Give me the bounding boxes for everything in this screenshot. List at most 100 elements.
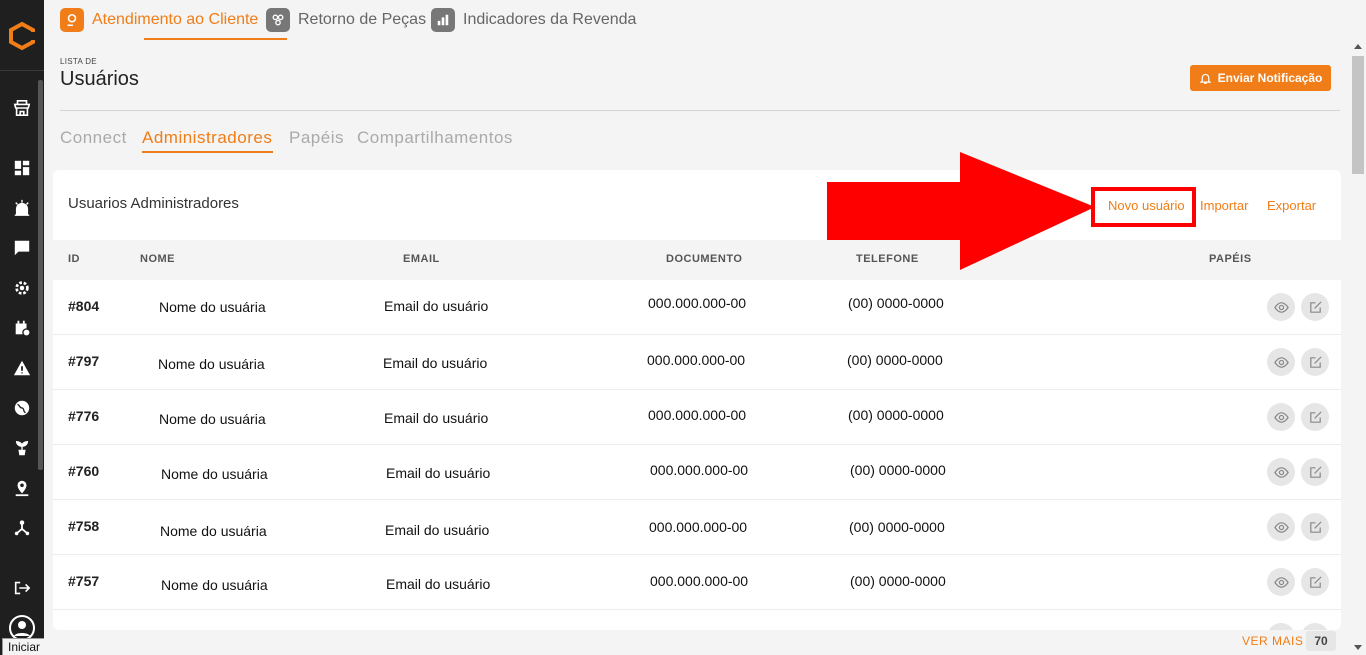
plant-icon[interactable]	[12, 438, 32, 458]
edit-button[interactable]	[1301, 623, 1329, 630]
tab-compartilhamentos[interactable]: Compartilhamentos	[357, 128, 513, 148]
main-content: LISTA DE Usuários Enviar Notificação Con…	[44, 40, 1350, 655]
tab-administradores[interactable]: Administradores	[142, 128, 272, 148]
view-button[interactable]	[1267, 293, 1295, 321]
column-header-email: EMAIL	[403, 253, 440, 265]
scroll-down-icon[interactable]	[1354, 645, 1362, 650]
view-button[interactable]	[1267, 403, 1295, 431]
count-badge: 70	[1306, 631, 1336, 651]
row-email: Email do usuário	[385, 522, 490, 538]
logout-icon[interactable]	[12, 578, 32, 598]
eye-icon	[1273, 576, 1289, 588]
row-name: Nome do usuária	[160, 523, 267, 539]
export-button[interactable]: Exportar	[1267, 198, 1316, 213]
view-button[interactable]	[1267, 568, 1295, 596]
warning-icon[interactable]	[12, 358, 32, 378]
scroll-up-icon[interactable]	[1354, 44, 1362, 49]
row-document: 000.000.000-00	[650, 462, 749, 478]
table-row: #757 Nome do usuária Email do usuário 00…	[53, 555, 1341, 610]
sidebar-scrollbar[interactable]	[38, 80, 43, 470]
page-scrollbar[interactable]	[1350, 40, 1366, 655]
eye-icon	[1273, 301, 1289, 313]
annotation-arrow-icon	[827, 152, 1095, 270]
edit-button[interactable]	[1301, 293, 1329, 321]
row-document: 000.000.000-00	[650, 573, 749, 589]
edit-button[interactable]	[1301, 568, 1329, 596]
alarm-icon[interactable]	[12, 198, 32, 218]
parts-icon	[266, 8, 290, 32]
row-phone: (00) 0000-0000	[848, 407, 944, 423]
row-id: #757	[68, 573, 100, 589]
row-id: #804	[68, 298, 100, 314]
row-id: #797	[68, 353, 100, 369]
eye-icon	[1273, 411, 1289, 423]
column-header-id: ID	[68, 253, 80, 265]
users-card: Usuarios Administradores Novo usuário Im…	[53, 170, 1341, 630]
table-row: #804 Nome do usuária Email do usuário 00…	[53, 280, 1341, 335]
customer-service-icon	[60, 8, 84, 32]
edit-button[interactable]	[1301, 348, 1329, 376]
row-name: Nome do usuária	[161, 466, 268, 482]
column-header-document: DOCUMENTO	[666, 253, 743, 265]
row-phone: (00) 0000-0000	[848, 295, 944, 311]
tab-connect[interactable]: Connect	[60, 128, 127, 148]
row-name: Nome do usuária	[158, 356, 265, 372]
page-subtitle: LISTA DE	[60, 57, 97, 66]
view-button[interactable]	[1267, 348, 1295, 376]
dashboard-icon[interactable]	[12, 158, 32, 178]
see-more-link[interactable]: VER MAIS	[1242, 634, 1303, 648]
view-button[interactable]	[1267, 458, 1295, 486]
edit-icon	[1309, 355, 1322, 368]
eye-icon	[1273, 356, 1289, 368]
settings-icon[interactable]	[12, 278, 32, 298]
edit-button[interactable]	[1301, 513, 1329, 541]
header-divider	[60, 110, 1340, 111]
location-icon[interactable]	[12, 478, 32, 498]
eye-icon	[1273, 521, 1289, 533]
edit-icon	[1309, 410, 1322, 423]
row-email: Email do usuário	[384, 298, 489, 314]
row-document: 000.000.000-00	[647, 352, 746, 368]
column-header-name: NOME	[140, 253, 175, 265]
send-notification-button[interactable]: Enviar Notificação	[1190, 65, 1331, 91]
table-row: #776 Nome do usuária Email do usuário 00…	[53, 390, 1341, 445]
row-id: #758	[68, 518, 100, 534]
globe-icon[interactable]	[12, 398, 32, 418]
store-icon[interactable]	[12, 98, 32, 118]
tab-label: Retorno de Peças	[298, 11, 427, 28]
logo-icon[interactable]	[6, 20, 38, 52]
row-phone: (00) 0000-0000	[850, 573, 946, 589]
tab-label: Atendimento ao Cliente	[92, 11, 259, 28]
tab-label: Indicadores da Revenda	[463, 11, 637, 28]
edit-button[interactable]	[1301, 458, 1329, 486]
eye-icon	[1273, 466, 1289, 478]
scroll-thumb[interactable]	[1352, 56, 1364, 174]
row-id: #776	[68, 408, 100, 424]
row-document: 000.000.000-00	[648, 407, 747, 423]
edit-icon	[1309, 465, 1322, 478]
table-row: #758 Nome do usuária Email do usuário 00…	[53, 500, 1341, 555]
hierarchy-icon[interactable]	[12, 518, 32, 538]
active-subtab-indicator	[142, 151, 273, 153]
view-button[interactable]	[1267, 513, 1295, 541]
tooltip: Iniciar	[2, 638, 47, 655]
row-id: #760	[68, 463, 100, 479]
tab-papeis[interactable]: Papéis	[289, 128, 344, 148]
tab-retorno-pecas[interactable]: Retorno de Peças	[266, 8, 426, 32]
chat-icon[interactable]	[12, 238, 32, 258]
table-row: #760 Nome do usuária Email do usuário 00…	[53, 445, 1341, 500]
row-document: 000.000.000-00	[649, 519, 748, 535]
annotation-highlight-box	[1091, 187, 1196, 227]
tab-atendimento[interactable]: Atendimento ao Cliente	[60, 8, 258, 32]
top-tab-bar: Atendimento ao Cliente Retorno de Peças …	[44, 0, 1366, 40]
edit-button[interactable]	[1301, 403, 1329, 431]
bell-icon	[1199, 73, 1212, 84]
row-email: Email do usuário	[384, 410, 489, 426]
tab-indicadores-revenda[interactable]: Indicadores da Revenda	[431, 8, 636, 32]
card-title: Usuarios Administradores	[68, 195, 239, 212]
row-name: Nome do usuária	[159, 299, 266, 315]
calendar-icon[interactable]	[12, 318, 32, 338]
import-button[interactable]: Importar	[1200, 198, 1248, 213]
table-row: #797 Nome do usuária Email do usuário 00…	[53, 335, 1341, 390]
view-button[interactable]	[1267, 623, 1295, 630]
